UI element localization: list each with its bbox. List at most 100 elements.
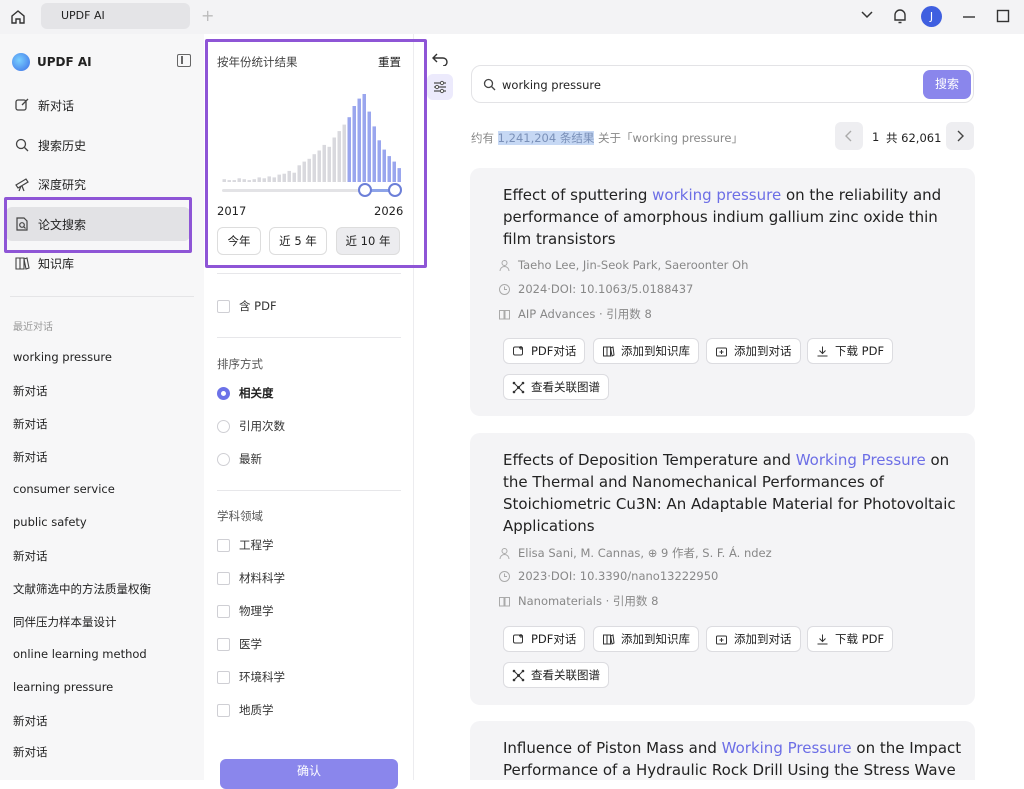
sidebar-item-deep-research[interactable]: 深度研究	[6, 167, 190, 201]
chevron-down-icon[interactable]	[860, 7, 874, 21]
book-icon	[15, 257, 30, 270]
checkbox[interactable]	[217, 538, 230, 552]
result-card: Effects of Deposition Temperature and Wo…	[470, 433, 975, 705]
count-prefix: 约有	[471, 131, 494, 145]
result-title[interactable]: Effect of sputtering working pressure on…	[503, 184, 963, 250]
preset-5-years[interactable]: 近 5 年	[269, 227, 327, 255]
histogram-bar	[332, 137, 336, 182]
recent-chat-item[interactable]: working pressure	[13, 350, 112, 364]
graph-icon	[512, 669, 525, 681]
pdf-chat-button[interactable]: PDF对话	[503, 338, 586, 364]
checkbox[interactable]	[217, 637, 230, 651]
download-pdf-button[interactable]: 下载 PDF	[807, 338, 894, 364]
field-checkbox[interactable]: 工程学	[217, 537, 274, 553]
collapse-sidebar-icon[interactable]	[177, 54, 191, 67]
checkbox-label: 地质学	[239, 703, 274, 717]
reset-button[interactable]: 重置	[378, 54, 401, 70]
result-date-doi: 2023·DOI: 10.3390/nano13222950	[498, 569, 718, 583]
result-title[interactable]: Influence of Piston Mass and Working Pre…	[503, 737, 963, 780]
sidebar-item-label: 搜索历史	[38, 138, 87, 153]
avatar[interactable]: J	[921, 6, 942, 27]
preset-this-year[interactable]: 今年	[217, 227, 261, 255]
recent-chat-item[interactable]: consumer service	[13, 482, 115, 496]
add-to-kb-button[interactable]: 添加到知识库	[593, 338, 699, 364]
view-graph-button[interactable]: 查看关联图谱	[503, 662, 609, 688]
field-checkbox[interactable]: 材料科学	[217, 570, 285, 586]
download-icon	[817, 346, 828, 356]
clock-icon	[499, 283, 510, 295]
recent-chat-item[interactable]: 新对话	[13, 744, 48, 758]
recent-chat-item[interactable]: 新对话	[13, 449, 48, 465]
next-page-button[interactable]	[946, 122, 974, 150]
add-to-chat-button[interactable]: 添加到对话	[706, 338, 801, 364]
view-graph-button[interactable]: 查看关联图谱	[503, 374, 609, 400]
confirm-button[interactable]: 确认	[220, 759, 398, 789]
recent-chat-item[interactable]: 同伴压力样本量设计	[13, 614, 117, 630]
prev-page-button[interactable]	[835, 122, 863, 150]
filter-toggle-button[interactable]	[427, 74, 453, 100]
results-count: 约有 1,241,204 条结果 关于「working pressure」	[471, 130, 743, 146]
pdf-chat-button[interactable]: PDF对话	[503, 626, 586, 652]
field-checkbox[interactable]: 物理学	[217, 603, 274, 619]
year-slider-start-handle[interactable]	[358, 183, 372, 197]
sort-citations-radio[interactable]: 引用次数	[217, 418, 285, 434]
sidebar-item-knowledge-base[interactable]: 知识库	[6, 246, 190, 280]
checkbox[interactable]	[217, 670, 230, 684]
bell-icon[interactable]	[892, 7, 908, 25]
recent-chat-item[interactable]: 文献筛选中的方法质量权衡	[13, 581, 151, 597]
year-stats-title: 按年份统计结果	[217, 55, 298, 69]
search-button[interactable]: 搜索	[923, 70, 971, 99]
checkbox[interactable]	[217, 299, 230, 313]
search-input[interactable]: working pressure	[502, 78, 601, 92]
sidebar-item-paper-search[interactable]: 论文搜索	[6, 207, 190, 241]
minimize-icon[interactable]	[962, 10, 976, 24]
field-checkbox[interactable]: 环境科学	[217, 669, 285, 685]
count-suffix: 关于「working pressure」	[598, 131, 743, 145]
histogram-bar	[252, 179, 256, 182]
radio[interactable]	[217, 452, 230, 466]
book-icon	[499, 309, 510, 319]
sort-newest-radio[interactable]: 最新	[217, 451, 262, 467]
home-icon[interactable]	[9, 8, 27, 26]
add-to-chat-button[interactable]: 添加到对话	[706, 626, 801, 652]
recent-header: 最近对话	[13, 322, 53, 333]
radio-label: 引用次数	[239, 419, 285, 433]
checkbox-label: 物理学	[239, 604, 274, 618]
recent-chat-item[interactable]: learning pressure	[13, 680, 113, 694]
checkbox[interactable]	[217, 703, 230, 717]
sort-relevance-radio[interactable]: 相关度	[217, 385, 274, 401]
sidebar-item-new-chat[interactable]: 新对话	[6, 88, 190, 122]
recent-chat-item[interactable]: 新对话	[13, 548, 48, 564]
download-pdf-button[interactable]: 下载 PDF	[807, 626, 894, 652]
has-pdf-checkbox[interactable]: 含 PDF	[217, 298, 277, 314]
histogram-bar	[352, 106, 356, 182]
add-to-kb-button[interactable]: 添加到知识库	[593, 626, 699, 652]
recent-chat-item[interactable]: online learning method	[13, 647, 147, 661]
brand: UPDF AI	[12, 52, 92, 72]
checkbox[interactable]	[217, 604, 230, 618]
recent-chat-item[interactable]: public safety	[13, 515, 87, 529]
checkbox[interactable]	[217, 571, 230, 585]
maximize-icon[interactable]	[996, 9, 1010, 23]
year-slider-end-handle[interactable]	[388, 183, 402, 197]
undo-icon[interactable]	[432, 52, 448, 66]
chat-add-icon	[513, 345, 523, 355]
histogram-bar	[382, 149, 386, 182]
recent-chat-item[interactable]: 新对话	[13, 416, 48, 432]
field-checkbox[interactable]: 地质学	[217, 702, 274, 718]
updf-logo-icon	[12, 53, 30, 71]
chat-add-icon	[513, 633, 523, 643]
radio[interactable]	[217, 419, 230, 433]
radio[interactable]	[217, 386, 230, 400]
sidebar-item-search-history[interactable]: 搜索历史	[6, 128, 190, 162]
result-title[interactable]: Effects of Deposition Temperature and Wo…	[503, 449, 963, 537]
app-tab[interactable]: UPDF AI	[41, 3, 190, 29]
histogram-bar	[227, 180, 231, 182]
preset-10-years[interactable]: 近 10 年	[336, 227, 400, 255]
recent-chat-item[interactable]: 新对话	[13, 383, 48, 399]
recent-chat-item[interactable]: 新对话	[13, 713, 48, 729]
field-checkbox[interactable]: 医学	[217, 636, 262, 652]
sidebar-item-label: 论文搜索	[38, 217, 87, 232]
new-tab-button[interactable]: +	[201, 6, 214, 25]
radio-label: 相关度	[239, 386, 274, 400]
